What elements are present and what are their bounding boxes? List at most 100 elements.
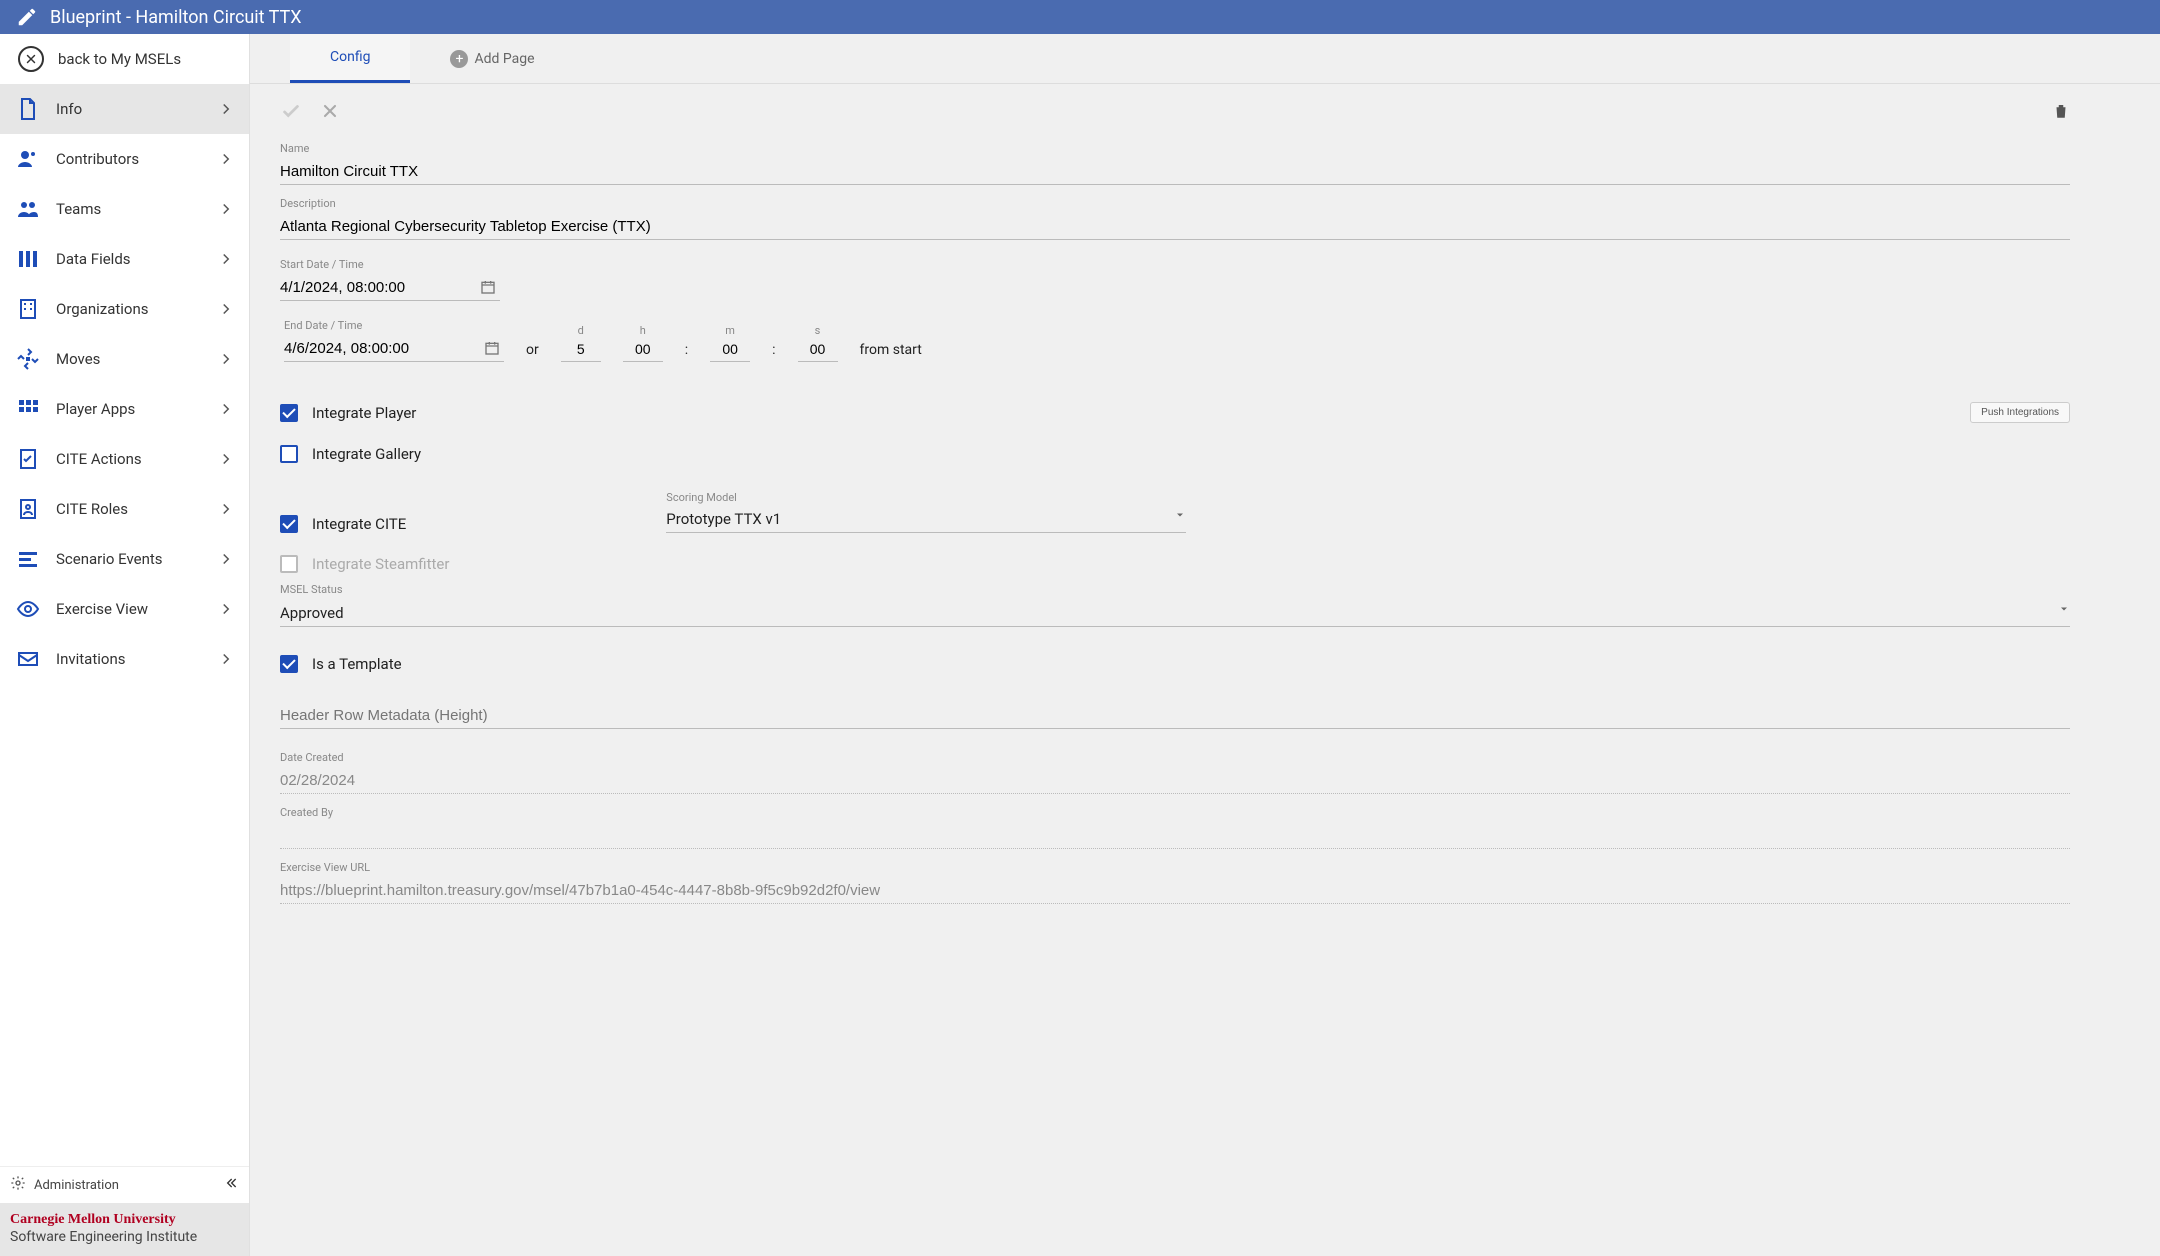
is-template-label: Is a Template bbox=[312, 655, 402, 673]
sidebar-item-label: Invitations bbox=[56, 650, 125, 668]
sidebar-item-organizations[interactable]: Organizations bbox=[0, 284, 249, 334]
sidebar-item-label: Teams bbox=[56, 200, 101, 218]
description-input[interactable] bbox=[280, 214, 2070, 240]
scoring-model-label: Scoring Model bbox=[666, 491, 1186, 504]
top-bar: Blueprint - Hamilton Circuit TTX bbox=[0, 0, 2160, 34]
description-label: Description bbox=[280, 197, 2070, 210]
start-date-label: Start Date / Time bbox=[280, 258, 2070, 271]
sidebar-item-label: Info bbox=[56, 100, 82, 118]
dropdown-caret-icon bbox=[2058, 603, 2070, 619]
back-to-msels-button[interactable]: back to My MSELs bbox=[0, 34, 249, 84]
sidebar-item-playerapps[interactable]: Player Apps bbox=[0, 384, 249, 434]
sidebar-item-datafields[interactable]: Data Fields bbox=[0, 234, 249, 284]
dropdown-caret-icon bbox=[1174, 509, 1186, 525]
columns-icon bbox=[16, 247, 40, 271]
chevron-right-icon bbox=[217, 350, 235, 368]
days-input[interactable] bbox=[561, 337, 601, 362]
time-colon: : bbox=[685, 342, 688, 362]
seconds-label: s bbox=[798, 324, 838, 337]
apps-icon bbox=[16, 397, 40, 421]
sidebar-item-invitations[interactable]: Invitations bbox=[0, 634, 249, 684]
push-integrations-button[interactable]: Push Integrations bbox=[1970, 402, 2070, 423]
sidebar-item-info[interactable]: Info bbox=[0, 84, 249, 134]
created-by-value bbox=[280, 823, 2070, 849]
tab-label: Config bbox=[330, 49, 370, 65]
sidebar-item-label: CITE Actions bbox=[56, 450, 142, 468]
sidebar-item-teams[interactable]: Teams bbox=[0, 184, 249, 234]
end-date-input[interactable] bbox=[284, 336, 504, 362]
administration-button[interactable]: Administration bbox=[0, 1167, 249, 1203]
header-row-metadata-input[interactable] bbox=[280, 703, 2070, 729]
sidebar-item-label: Exercise View bbox=[56, 600, 148, 618]
integrate-gallery-checkbox[interactable] bbox=[280, 445, 298, 463]
sidebar-item-label: CITE Roles bbox=[56, 500, 128, 518]
building-icon bbox=[16, 297, 40, 321]
teams-icon bbox=[16, 197, 40, 221]
seconds-input[interactable] bbox=[798, 337, 838, 362]
name-input[interactable] bbox=[280, 159, 2070, 185]
exercise-view-url-label: Exercise View URL bbox=[280, 861, 2070, 874]
from-start-label: from start bbox=[860, 342, 922, 362]
sidebar-item-contributors[interactable]: Contributors bbox=[0, 134, 249, 184]
file-icon bbox=[16, 97, 40, 121]
scoring-model-value: Prototype TTX v1 bbox=[666, 506, 1186, 533]
chevron-right-icon bbox=[217, 300, 235, 318]
chevron-right-icon bbox=[217, 600, 235, 618]
footer-brand: Carnegie Mellon University Software Engi… bbox=[0, 1203, 249, 1256]
integrate-gallery-label: Integrate Gallery bbox=[312, 445, 421, 463]
sidebar-item-label: Contributors bbox=[56, 150, 139, 168]
or-label: or bbox=[526, 342, 539, 362]
scoring-model-select[interactable]: Scoring Model Prototype TTX v1 bbox=[666, 491, 1186, 533]
collapse-icon[interactable] bbox=[223, 1175, 239, 1195]
admin-label: Administration bbox=[34, 1178, 119, 1193]
date-created-value bbox=[280, 768, 2070, 794]
minutes-input[interactable] bbox=[710, 337, 750, 362]
end-date-label: End Date / Time bbox=[284, 319, 504, 332]
add-circle-icon: + bbox=[450, 50, 468, 68]
tab-label: Add Page bbox=[474, 51, 534, 67]
sidebar-item-label: Moves bbox=[56, 350, 100, 368]
delete-button[interactable] bbox=[2052, 102, 2070, 124]
start-date-input[interactable] bbox=[280, 275, 500, 301]
sidebar-item-scenarioevents[interactable]: Scenario Events bbox=[0, 534, 249, 584]
sidebar-item-citeroles[interactable]: CITE Roles bbox=[0, 484, 249, 534]
app-logo-icon bbox=[16, 6, 38, 28]
sidebar-item-label: Organizations bbox=[56, 300, 149, 318]
chevron-right-icon bbox=[217, 200, 235, 218]
integrate-steamfitter-checkbox bbox=[280, 555, 298, 573]
sidebar-item-exerciseview[interactable]: Exercise View bbox=[0, 584, 249, 634]
hours-input[interactable] bbox=[623, 337, 663, 362]
minutes-label: m bbox=[710, 324, 750, 337]
id-badge-icon bbox=[16, 497, 40, 521]
timeline-icon bbox=[16, 547, 40, 571]
tab-config[interactable]: Config bbox=[290, 34, 410, 83]
confirm-button[interactable] bbox=[280, 100, 302, 126]
chevron-right-icon bbox=[217, 250, 235, 268]
tab-add-page[interactable]: + Add Page bbox=[410, 34, 574, 83]
chevron-right-icon bbox=[217, 100, 235, 118]
cancel-button[interactable] bbox=[320, 101, 340, 125]
contributors-icon bbox=[16, 147, 40, 171]
close-circle-icon bbox=[18, 46, 44, 72]
moves-icon bbox=[16, 347, 40, 371]
name-label: Name bbox=[280, 142, 2070, 155]
is-template-checkbox[interactable] bbox=[280, 655, 298, 673]
msel-status-select[interactable]: Approved bbox=[280, 600, 2070, 627]
brand-line-2: Software Engineering Institute bbox=[10, 1229, 239, 1247]
created-by-label: Created By bbox=[280, 806, 2070, 819]
chevron-right-icon bbox=[217, 400, 235, 418]
mail-icon bbox=[16, 647, 40, 671]
calendar-icon[interactable] bbox=[480, 279, 496, 295]
integrate-cite-checkbox[interactable] bbox=[280, 515, 298, 533]
sidebar-item-moves[interactable]: Moves bbox=[0, 334, 249, 384]
msel-status-label: MSEL Status bbox=[280, 583, 2070, 596]
exercise-view-url-value bbox=[280, 878, 2070, 904]
integrate-player-checkbox[interactable] bbox=[280, 404, 298, 422]
integrate-player-label: Integrate Player bbox=[312, 404, 416, 422]
chevron-right-icon bbox=[217, 500, 235, 518]
calendar-icon[interactable] bbox=[484, 340, 500, 356]
days-label: d bbox=[561, 324, 601, 337]
date-created-label: Date Created bbox=[280, 751, 2070, 764]
hours-label: h bbox=[623, 324, 663, 337]
sidebar-item-citeactions[interactable]: CITE Actions bbox=[0, 434, 249, 484]
